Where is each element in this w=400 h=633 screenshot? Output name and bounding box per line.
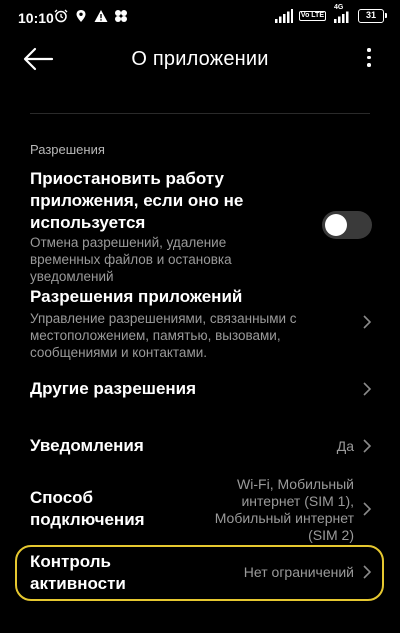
- signal-4g-icon: [334, 11, 349, 23]
- app-permissions-row[interactable]: Разрешения приложений Управление разреше…: [0, 286, 400, 362]
- notifications-value: Да: [336, 438, 354, 454]
- status-bar: 10:10 Vo LTE 4G 31: [0, 0, 400, 36]
- connection-value: Wi-Fi, Мобильный интернет (SIM 1), Мобил…: [214, 476, 354, 543]
- chevron-right-icon: [363, 315, 372, 329]
- chevron-right-icon: [363, 565, 372, 579]
- chevron-right-icon: [363, 502, 372, 516]
- notifications-row[interactable]: Уведомления Да: [0, 432, 400, 466]
- alarm-icon: [54, 9, 68, 23]
- other-permissions-title: Другие разрешения: [30, 379, 197, 398]
- notifications-title: Уведомления: [30, 436, 144, 455]
- divider: [30, 113, 370, 114]
- connection-title: Способ подключения: [30, 488, 145, 529]
- app-bar: О приложении: [0, 36, 400, 84]
- section-header-permissions: Разрешения: [30, 142, 105, 157]
- location-icon: [76, 10, 86, 22]
- activity-control-value: Нет ограничений: [243, 564, 354, 580]
- status-right-icons: Vo LTE 4G 31: [274, 4, 387, 23]
- app-permissions-title: Разрешения приложений: [30, 287, 243, 306]
- chevron-right-icon: [363, 439, 372, 453]
- status-time: 10:10: [18, 10, 54, 26]
- activity-control-title: Контроль активности: [30, 552, 126, 593]
- other-permissions-row[interactable]: Другие разрешения: [0, 374, 400, 408]
- pause-app-description: Отмена разрешений, удаление временных фа…: [30, 235, 232, 284]
- fan-icon: [115, 10, 127, 22]
- app-permissions-description: Управление разрешениями, связанными с ме…: [30, 311, 297, 360]
- battery-icon: 31: [358, 9, 387, 23]
- status-left-icons: [54, 9, 128, 23]
- signal-icon: [274, 9, 293, 23]
- connection-row[interactable]: Способ подключения Wi-Fi, Мобильный инте…: [0, 474, 400, 546]
- pause-app-title: Приостановить работу приложения, если он…: [30, 169, 244, 232]
- warning-icon: [94, 10, 108, 22]
- toggle-knob: [325, 214, 347, 236]
- pause-app-toggle[interactable]: [322, 211, 372, 239]
- page-title: О приложении: [131, 48, 269, 70]
- signal-4g-group: 4G: [332, 4, 352, 23]
- more-options-icon[interactable]: [364, 48, 374, 70]
- volte-badge: Vo LTE: [298, 11, 326, 21]
- chevron-right-icon: [363, 382, 372, 396]
- activity-control-row[interactable]: Контроль активности Нет ограничений: [0, 550, 400, 596]
